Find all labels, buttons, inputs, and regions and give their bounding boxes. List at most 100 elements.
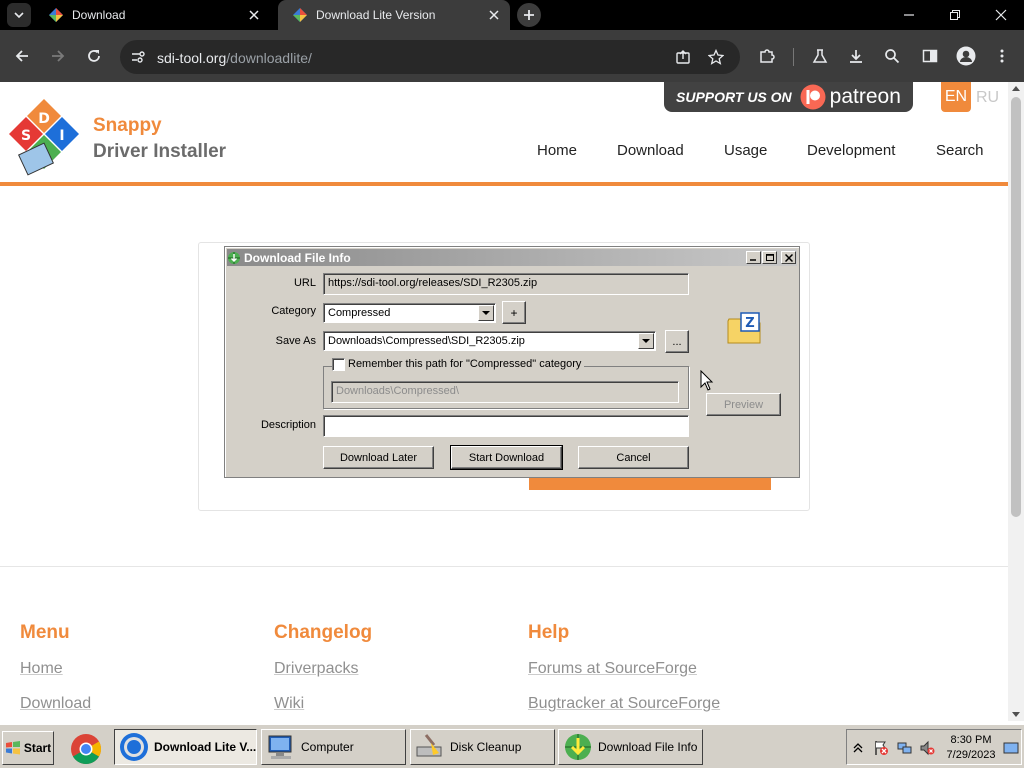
taskbar-button-computer[interactable]: Computer <box>261 729 406 765</box>
footer-divider <box>0 566 1008 567</box>
lang-en-button[interactable]: EN <box>941 82 971 112</box>
chrome-quicklaunch-icon[interactable] <box>70 733 102 765</box>
profile-avatar-icon <box>956 46 976 66</box>
minimize-icon <box>750 259 756 261</box>
close-icon <box>995 9 1007 21</box>
search-icon <box>885 49 900 64</box>
footer-link-wiki[interactable]: Wiki <box>274 695 304 713</box>
site-info-icon[interactable] <box>130 49 146 65</box>
show-desktop-icon[interactable] <box>1003 740 1019 756</box>
dialog-titlebar[interactable]: Download File Info <box>227 249 797 266</box>
extensions-button[interactable] <box>755 44 779 68</box>
url-field[interactable]: https://sdi-tool.org/releases/SDI_R2305.… <box>323 273 689 295</box>
close-tab-icon[interactable] <box>486 7 502 23</box>
dialog-close-button[interactable] <box>781 251 796 264</box>
clock-time: 8:30 PM <box>950 734 992 746</box>
footer-link-driverpacks[interactable]: Driverpacks <box>274 660 358 678</box>
search-tabs-button[interactable] <box>880 44 904 68</box>
close-window-button[interactable] <box>990 4 1012 26</box>
back-button[interactable] <box>10 44 34 68</box>
footer-menu-title: Menu <box>20 622 70 643</box>
nav-search[interactable]: Search <box>936 142 984 159</box>
forward-button[interactable] <box>46 44 70 68</box>
svg-text:S: S <box>21 128 31 144</box>
side-panel-button[interactable] <box>918 44 942 68</box>
remember-path-label[interactable]: Remember this path for "Compressed" cate… <box>345 358 585 370</box>
patreon-icon <box>800 84 826 110</box>
dialog-minimize-button[interactable] <box>746 251 761 264</box>
downloads-button[interactable] <box>844 44 868 68</box>
category-value: Compressed <box>328 307 391 319</box>
nav-development[interactable]: Development <box>807 142 895 159</box>
network-icon[interactable] <box>897 740 913 756</box>
nav-download[interactable]: Download <box>617 142 684 159</box>
share-icon[interactable] <box>675 49 691 65</box>
patreon-banner[interactable]: SUPPORT US ON patreon <box>664 82 913 112</box>
arrow-left-icon <box>15 50 28 62</box>
category-select[interactable]: Compressed <box>323 303 496 323</box>
idm-icon <box>565 734 591 760</box>
profile-button[interactable] <box>954 44 978 68</box>
clock[interactable]: 8:30 PM 7/29/2023 <box>943 733 999 763</box>
dialog-title: Download File Info <box>244 250 351 265</box>
scrollbar-thumb[interactable] <box>1011 97 1021 517</box>
tab-strip: Download Download Lite Version <box>0 0 1024 30</box>
preview-button[interactable]: Preview <box>706 393 781 416</box>
show-hidden-icons-icon[interactable] <box>853 742 863 754</box>
patreon-logo: patreon <box>800 84 901 110</box>
start-button[interactable]: Start <box>2 731 54 765</box>
tab-search-button[interactable] <box>7 3 31 27</box>
windows-logo-icon <box>5 741 20 755</box>
brand-name[interactable]: Snappy Driver Installer <box>93 113 226 165</box>
dialog-maximize-button[interactable] <box>762 251 777 264</box>
volume-muted-icon[interactable] <box>919 740 935 756</box>
new-tab-button[interactable] <box>517 3 541 27</box>
address-bar[interactable]: sdi-tool.org/downloadlite/ <box>120 40 740 74</box>
taskbar-button-label: Download Lite V... <box>154 740 257 754</box>
save-as-select[interactable]: Downloads\Compressed\SDI_R2305.zip <box>323 331 656 351</box>
download-later-button[interactable]: Download Later <box>323 446 434 469</box>
browse-button[interactable]: ... <box>665 330 689 353</box>
taskbar-button-download-file-info[interactable]: Download File Info <box>558 729 703 765</box>
start-download-button[interactable]: Start Download <box>450 445 563 470</box>
reload-button[interactable] <box>82 44 106 68</box>
nav-home[interactable]: Home <box>537 142 577 159</box>
dropdown-arrow-icon[interactable] <box>638 333 654 349</box>
remember-path-checkbox[interactable] <box>332 358 345 371</box>
bookmark-star-icon[interactable] <box>708 49 724 65</box>
patreon-label: patreon <box>829 85 901 108</box>
lang-ru-button[interactable]: RU <box>976 89 999 107</box>
download-button-partial[interactable] <box>529 477 771 490</box>
footer-link-bugtracker[interactable]: Bugtracker at SourceForge <box>528 695 720 713</box>
minimize-window-button[interactable] <box>898 4 920 26</box>
save-as-value: Downloads\Compressed\SDI_R2305.zip <box>328 335 525 347</box>
category-label: Category <box>271 305 316 317</box>
restore-window-button[interactable] <box>944 4 966 26</box>
description-field[interactable] <box>323 415 689 437</box>
nav-usage[interactable]: Usage <box>724 142 767 159</box>
labs-button[interactable] <box>808 44 832 68</box>
scroll-down-arrow-icon[interactable] <box>1012 712 1020 717</box>
taskbar-button-label: Computer <box>301 740 354 754</box>
cancel-button[interactable]: Cancel <box>578 446 689 469</box>
dropdown-arrow-icon[interactable] <box>478 305 494 321</box>
chrome-menu-button[interactable] <box>990 44 1014 68</box>
sdi-logo[interactable]: D S I <box>4 96 84 178</box>
tab-download-lite[interactable]: Download Lite Version <box>278 0 510 30</box>
url-text: sdi-tool.org/downloadlite/ <box>157 50 312 66</box>
close-tab-icon[interactable] <box>246 7 262 23</box>
footer-link-download[interactable]: Download <box>20 695 91 713</box>
url-label: URL <box>293 277 316 289</box>
action-center-flag-icon[interactable] <box>873 740 889 756</box>
add-category-button[interactable]: + <box>502 301 526 324</box>
taskbar-button-chrome[interactable]: Download Lite V... <box>114 729 257 765</box>
footer-link-forums[interactable]: Forums at SourceForge <box>528 660 697 678</box>
download-icon <box>850 50 862 63</box>
taskbar-button-disk-cleanup[interactable]: Disk Cleanup <box>410 729 555 765</box>
footer-link-home[interactable]: Home <box>20 660 63 678</box>
remember-path-field[interactable]: Downloads\Compressed\ <box>331 381 679 403</box>
puzzle-icon <box>760 49 775 63</box>
scroll-up-arrow-icon[interactable] <box>1012 86 1020 91</box>
page-scrollbar[interactable] <box>1008 82 1024 721</box>
tab-download[interactable]: Download <box>34 0 270 30</box>
